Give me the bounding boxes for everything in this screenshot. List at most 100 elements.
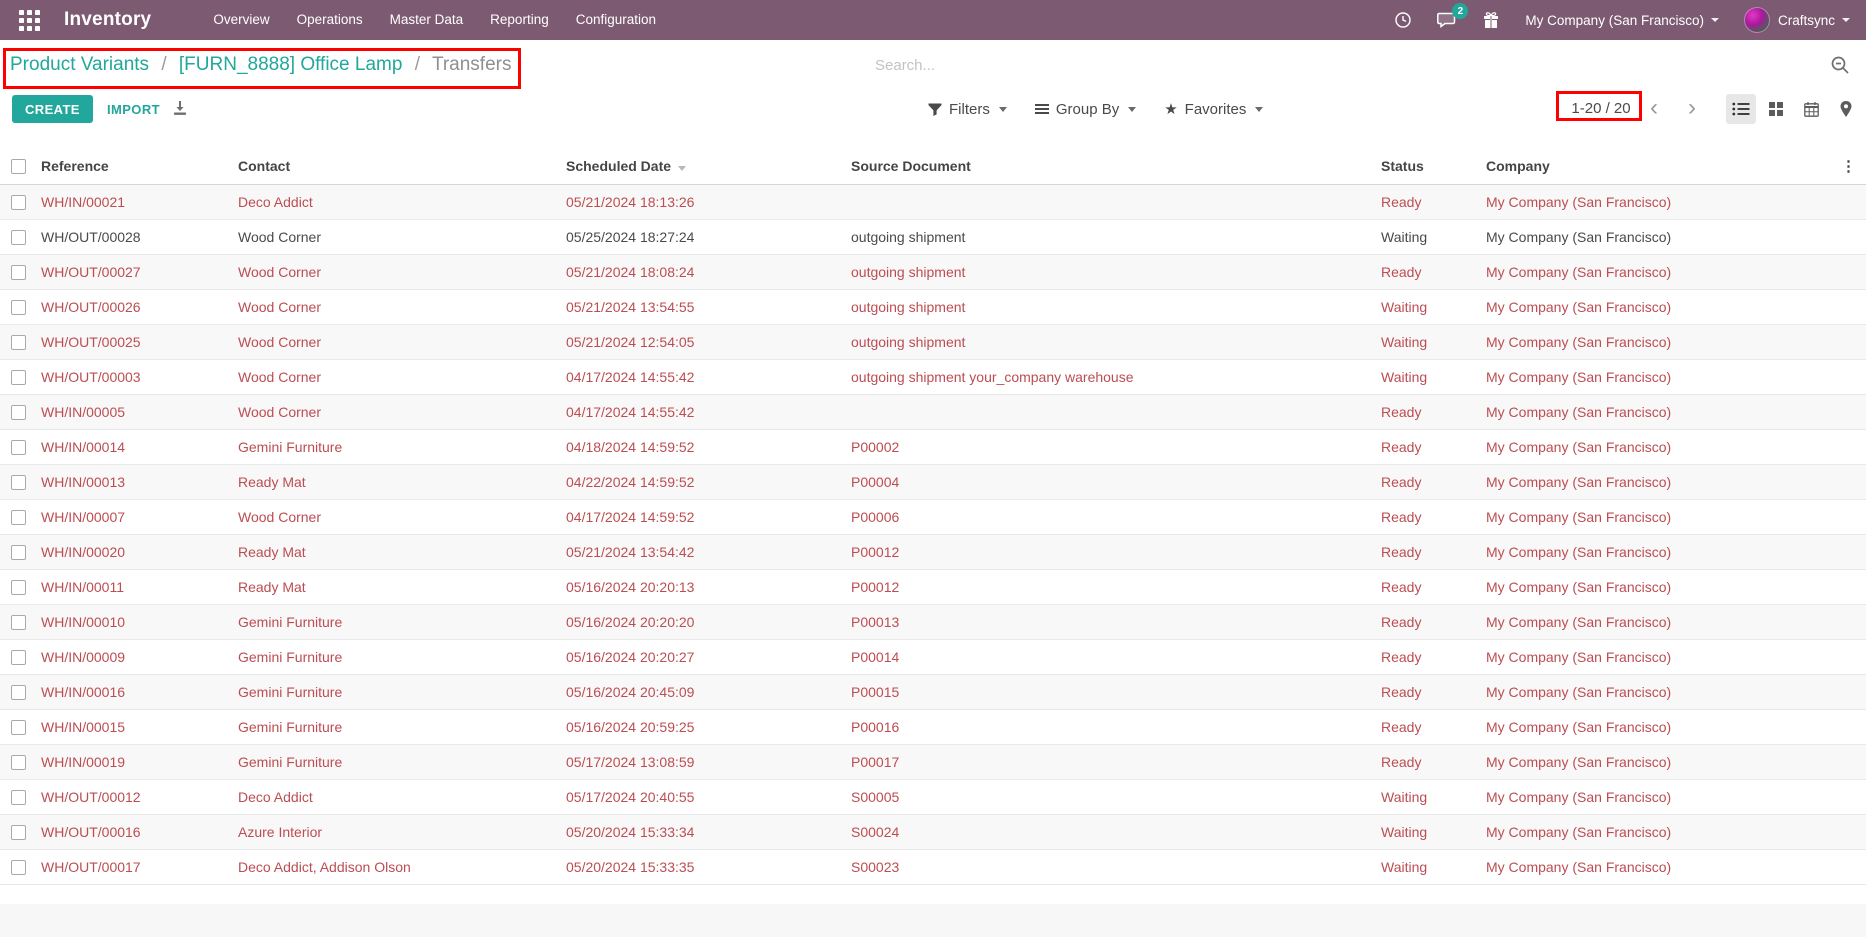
optional-columns-toggle[interactable]: ⋮ — [1831, 148, 1866, 184]
table-row[interactable]: WH/IN/00007 Wood Corner 04/17/2024 14:59… — [0, 499, 1866, 534]
row-checkbox[interactable] — [11, 685, 26, 700]
search-icon[interactable] — [1830, 55, 1850, 80]
row-checkbox[interactable] — [11, 440, 26, 455]
table-row[interactable]: WH/OUT/00025 Wood Corner 05/21/2024 12:5… — [0, 324, 1866, 359]
table-row[interactable]: WH/IN/00014 Gemini Furniture 04/18/2024 … — [0, 429, 1866, 464]
kanban-view-button[interactable] — [1761, 94, 1791, 124]
table-row[interactable]: WH/IN/00011 Ready Mat 05/16/2024 20:20:1… — [0, 569, 1866, 604]
column-header-status[interactable]: Status — [1380, 148, 1485, 184]
export-download-icon[interactable] — [172, 100, 188, 119]
table-row[interactable]: WH/IN/00005 Wood Corner 04/17/2024 14:55… — [0, 394, 1866, 429]
table-row[interactable]: WH/OUT/00026 Wood Corner 05/21/2024 13:5… — [0, 289, 1866, 324]
row-checkbox[interactable] — [11, 545, 26, 560]
messages-icon[interactable]: 2 — [1437, 11, 1457, 29]
user-menu[interactable]: Craftsync — [1744, 7, 1850, 33]
table-row[interactable]: WH/IN/00010 Gemini Furniture 05/16/2024 … — [0, 604, 1866, 639]
column-header-scheduled-date[interactable]: Scheduled Date — [565, 148, 850, 184]
table-row[interactable]: WH/OUT/00017 Deco Addict, Addison Olson … — [0, 849, 1866, 884]
row-checkbox[interactable] — [11, 265, 26, 280]
menu-reporting[interactable]: Reporting — [490, 0, 549, 40]
row-checkbox[interactable] — [11, 755, 26, 770]
cell-company: My Company (San Francisco) — [1485, 604, 1831, 639]
favorites-dropdown[interactable]: ★ Favorites — [1164, 101, 1263, 118]
cell-reference: WH/IN/00009 — [40, 639, 237, 674]
row-checkbox[interactable] — [11, 300, 26, 315]
column-header-company[interactable]: Company — [1485, 148, 1831, 184]
menu-overview[interactable]: Overview — [213, 0, 269, 40]
table-row[interactable]: WH/OUT/00003 Wood Corner 04/17/2024 14:5… — [0, 359, 1866, 394]
cell-contact: Ready Mat — [237, 464, 565, 499]
cell-contact: Azure Interior — [237, 814, 565, 849]
cell-company: My Company (San Francisco) — [1485, 219, 1831, 254]
row-checkbox[interactable] — [11, 475, 26, 490]
table-row[interactable]: WH/IN/00020 Ready Mat 05/21/2024 13:54:4… — [0, 534, 1866, 569]
cell-company: My Company (San Francisco) — [1485, 464, 1831, 499]
row-checkbox[interactable] — [11, 230, 26, 245]
cell-scheduled-date: 05/16/2024 20:59:25 — [565, 709, 850, 744]
column-header-contact[interactable]: Contact — [237, 148, 565, 184]
map-view-button[interactable] — [1831, 94, 1861, 124]
company-switcher-label: My Company (San Francisco) — [1525, 13, 1704, 28]
row-checkbox[interactable] — [11, 580, 26, 595]
column-header-reference[interactable]: Reference — [40, 148, 237, 184]
breadcrumb-current: Transfers — [432, 54, 512, 75]
row-checkbox[interactable] — [11, 720, 26, 735]
cell-source-document: S00023 — [850, 849, 1380, 884]
table-row[interactable]: WH/OUT/00012 Deco Addict 05/17/2024 20:4… — [0, 779, 1866, 814]
chevron-down-icon — [1711, 18, 1719, 22]
breadcrumb-office-lamp[interactable]: [FURN_8888] Office Lamp — [179, 54, 403, 75]
table-row[interactable]: WH/IN/00015 Gemini Furniture 05/16/2024 … — [0, 709, 1866, 744]
table-row[interactable]: WH/IN/00016 Gemini Furniture 05/16/2024 … — [0, 674, 1866, 709]
table-row[interactable]: WH/IN/00013 Ready Mat 04/22/2024 14:59:5… — [0, 464, 1866, 499]
cell-status: Waiting — [1380, 814, 1485, 849]
breadcrumb-separator: / — [415, 54, 420, 75]
cell-source-document: P00012 — [850, 569, 1380, 604]
cell-company: My Company (San Francisco) — [1485, 569, 1831, 604]
create-button[interactable]: CREATE — [12, 95, 93, 123]
row-checkbox[interactable] — [11, 650, 26, 665]
row-checkbox[interactable] — [11, 195, 26, 210]
row-checkbox[interactable] — [11, 615, 26, 630]
table-row[interactable]: WH/IN/00009 Gemini Furniture 05/16/2024 … — [0, 639, 1866, 674]
list-view-button[interactable] — [1726, 94, 1756, 124]
select-all-checkbox[interactable] — [11, 159, 26, 174]
row-checkbox[interactable] — [11, 405, 26, 420]
apps-grid-icon[interactable] — [16, 7, 42, 33]
table-row[interactable]: WH/IN/00019 Gemini Furniture 05/17/2024 … — [0, 744, 1866, 779]
column-header-source-document[interactable]: Source Document — [850, 148, 1380, 184]
cell-options — [1831, 814, 1866, 849]
menu-operations[interactable]: Operations — [297, 0, 363, 40]
row-checkbox[interactable] — [11, 790, 26, 805]
calendar-view-button[interactable] — [1796, 94, 1826, 124]
filters-dropdown[interactable]: Filters — [928, 101, 1007, 118]
menu-configuration[interactable]: Configuration — [576, 0, 656, 40]
company-switcher[interactable]: My Company (San Francisco) — [1525, 13, 1719, 28]
row-checkbox[interactable] — [11, 510, 26, 525]
row-checkbox[interactable] — [11, 860, 26, 875]
cell-source-document — [850, 394, 1380, 429]
group-by-dropdown[interactable]: Group By — [1035, 101, 1136, 118]
pager-next-button[interactable]: › — [1688, 90, 1696, 128]
activity-clock-icon[interactable] — [1394, 11, 1412, 29]
table-row[interactable]: WH/OUT/00028 Wood Corner 05/25/2024 18:2… — [0, 219, 1866, 254]
table-row[interactable]: WH/IN/00021 Deco Addict 05/21/2024 18:13… — [0, 184, 1866, 219]
row-checkbox[interactable] — [11, 825, 26, 840]
cell-scheduled-date: 05/20/2024 15:33:34 — [565, 814, 850, 849]
cell-source-document: outgoing shipment — [850, 219, 1380, 254]
cell-source-document — [850, 184, 1380, 219]
cell-options — [1831, 289, 1866, 324]
menu-master-data[interactable]: Master Data — [390, 0, 464, 40]
table-row[interactable]: WH/OUT/00016 Azure Interior 05/20/2024 1… — [0, 814, 1866, 849]
gift-icon[interactable] — [1482, 11, 1500, 29]
cell-options — [1831, 604, 1866, 639]
pager-previous-button[interactable]: ‹ — [1650, 90, 1658, 128]
row-checkbox[interactable] — [11, 370, 26, 385]
table-row[interactable]: WH/OUT/00027 Wood Corner 05/21/2024 18:0… — [0, 254, 1866, 289]
view-switcher — [1726, 94, 1861, 124]
import-button[interactable]: IMPORT — [101, 95, 166, 123]
cell-options — [1831, 534, 1866, 569]
search-input[interactable] — [775, 46, 1856, 84]
row-checkbox[interactable] — [11, 335, 26, 350]
breadcrumb-product-variants[interactable]: Product Variants — [10, 54, 149, 75]
cell-scheduled-date: 05/16/2024 20:20:13 — [565, 569, 850, 604]
